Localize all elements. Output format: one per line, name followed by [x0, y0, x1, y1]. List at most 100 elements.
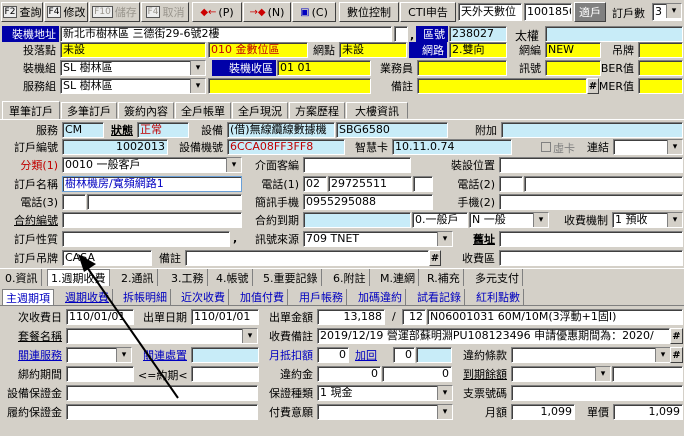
suite-button[interactable]: 適戶	[574, 2, 606, 22]
deduct-field[interactable]: 0	[317, 347, 349, 363]
tel3-area-field[interactable]	[62, 194, 86, 210]
addr-extra-field[interactable]	[394, 26, 408, 42]
add-back-extra[interactable]	[416, 347, 452, 363]
btab-account[interactable]: 4.帳號	[213, 269, 253, 286]
source-select[interactable]: 709 TNET	[303, 231, 453, 247]
tab-status[interactable]: 全戶現況	[232, 102, 288, 119]
period-field[interactable]: 12	[402, 309, 426, 325]
cti-button[interactable]: CTI申告	[400, 2, 456, 22]
svc-field[interactable]: CM	[62, 122, 104, 138]
ber-field[interactable]	[638, 60, 683, 76]
tab-building[interactable]: 大樓資訊	[346, 102, 408, 119]
stab-bonus[interactable]: 紅利點數	[473, 289, 524, 305]
tai-field[interactable]	[545, 26, 683, 42]
gen-select[interactable]: N 一般	[469, 212, 549, 228]
device-model-field[interactable]: SBG6580	[336, 122, 448, 138]
penalty2-field[interactable]: 0	[382, 366, 452, 382]
btab-important[interactable]: 5.重要記錄	[260, 269, 322, 286]
memo2-hash-button[interactable]: #	[429, 250, 441, 266]
class-select[interactable]: 0010 一般客戶	[62, 157, 242, 173]
query-button[interactable]: F2 查詢	[1, 2, 43, 22]
netpt-field[interactable]: 未設	[339, 42, 407, 58]
zone-field[interactable]: 238027	[449, 26, 507, 42]
mobile-field[interactable]	[499, 194, 683, 210]
service-select[interactable]: SL 樹林區	[60, 78, 206, 94]
attach-field[interactable]	[501, 122, 683, 138]
install-zone-select[interactable]: SL 樹林區	[60, 60, 206, 76]
tab-history[interactable]: 方案歷程	[289, 102, 345, 119]
out-amt-field[interactable]: 13,188	[317, 309, 385, 325]
mer-field[interactable]	[638, 78, 683, 94]
memo-field[interactable]	[417, 78, 587, 94]
collect-field[interactable]	[499, 250, 683, 266]
contract-end-field[interactable]	[303, 212, 411, 228]
remark-field[interactable]: 2019/12/19 營運部蘇明淵PU108123496 申請優惠期間為：202…	[317, 328, 670, 344]
install-area-field[interactable]: 01 01	[277, 60, 371, 76]
sales-field[interactable]	[417, 60, 507, 76]
intro-field[interactable]	[303, 157, 411, 173]
add-back-field[interactable]: 0	[393, 347, 415, 363]
lock-button[interactable]: ▣ (C)	[292, 2, 336, 22]
stab-penalty[interactable]: 加碼違約	[355, 289, 406, 305]
contract-field[interactable]	[62, 212, 242, 228]
rel-pos-field[interactable]	[191, 347, 259, 363]
addr-field[interactable]: 新北市樹林區 三德街29-6號2樓	[60, 26, 392, 42]
old-addr-field[interactable]	[499, 231, 683, 247]
remark-hash-button[interactable]: #	[670, 328, 683, 344]
tel1-area-field[interactable]: 02	[303, 176, 327, 192]
digital-control-button[interactable]: 數位控制	[339, 2, 399, 22]
stab-trial[interactable]: 試看記錄	[414, 289, 465, 305]
card-field[interactable]: 10.11.0.74	[392, 139, 512, 155]
signal-field[interactable]	[545, 60, 601, 76]
cancel-button[interactable]: F4 取消	[141, 2, 189, 22]
due-extra-field[interactable]	[612, 366, 683, 382]
save-button[interactable]: F10 儲存	[89, 2, 140, 22]
status-field[interactable]: 正常	[137, 122, 189, 138]
breach-select[interactable]	[511, 347, 671, 363]
monthly-field[interactable]: 1,099	[511, 404, 575, 420]
tel2-field[interactable]	[524, 176, 683, 192]
tel1-ext-field[interactable]	[413, 176, 433, 192]
stab-addon[interactable]: 加值付費	[237, 289, 288, 305]
tel1-field[interactable]: 29725511	[328, 176, 412, 192]
tab-bill[interactable]: 全戶帳單	[175, 102, 231, 119]
memo2-field[interactable]	[185, 250, 429, 266]
prev-button[interactable]: ◆← (P)	[192, 2, 242, 22]
drop-field[interactable]: 未設	[60, 42, 206, 58]
netrd-field[interactable]: 2.雙向	[449, 42, 507, 58]
term-end-field[interactable]	[191, 366, 259, 382]
sub-no-field[interactable]: 1002013	[62, 139, 168, 155]
loc-field[interactable]	[499, 157, 683, 173]
nature-field[interactable]	[62, 231, 230, 247]
fee-select[interactable]: 1 預收	[612, 212, 683, 228]
due-select[interactable]	[511, 366, 611, 382]
memo-hash-button[interactable]: #	[587, 78, 599, 94]
penalty1-field[interactable]: 0	[317, 366, 381, 382]
tab-multi[interactable]: 多筆訂戶	[61, 102, 117, 119]
out-date-field[interactable]: 110/01/01	[191, 309, 259, 325]
link-select[interactable]	[613, 139, 683, 155]
btab-net[interactable]: M.連網	[377, 269, 419, 286]
paid-select[interactable]	[317, 404, 453, 420]
name-field[interactable]: 樹林機房/寬頻網路1	[62, 176, 242, 192]
next-button[interactable]: →◆ (N)	[243, 2, 291, 22]
btab-supp[interactable]: R.補充	[424, 269, 464, 286]
tab-single[interactable]: 單筆訂戶	[2, 101, 60, 120]
count-select[interactable]: 3	[652, 3, 682, 21]
breach-hash-button[interactable]: #	[670, 347, 683, 363]
tab-contract[interactable]: 簽約內容	[118, 102, 174, 119]
check-field[interactable]	[511, 385, 683, 401]
edit-button[interactable]: F4 修改	[44, 2, 88, 22]
device-field[interactable]: (借)無線纜線數據機	[227, 122, 335, 138]
netgroup-field[interactable]: NEW	[545, 42, 601, 58]
stab-main[interactable]: 主週期項	[2, 289, 54, 305]
btab-notes[interactable]: 6.附註	[330, 269, 370, 286]
guarantee-select[interactable]: 1 現金	[317, 385, 453, 401]
stab-user-acct[interactable]: 用戶帳務	[296, 289, 347, 305]
tel2-area-field[interactable]	[499, 176, 523, 192]
tower-field[interactable]	[638, 42, 683, 58]
unit-field[interactable]: 1,099	[613, 404, 683, 420]
drop-code-field[interactable]: 010 金數位區	[208, 42, 308, 58]
btab-pay[interactable]: 多元支付	[472, 269, 523, 286]
btab-info[interactable]: 0.資訊	[2, 269, 42, 286]
